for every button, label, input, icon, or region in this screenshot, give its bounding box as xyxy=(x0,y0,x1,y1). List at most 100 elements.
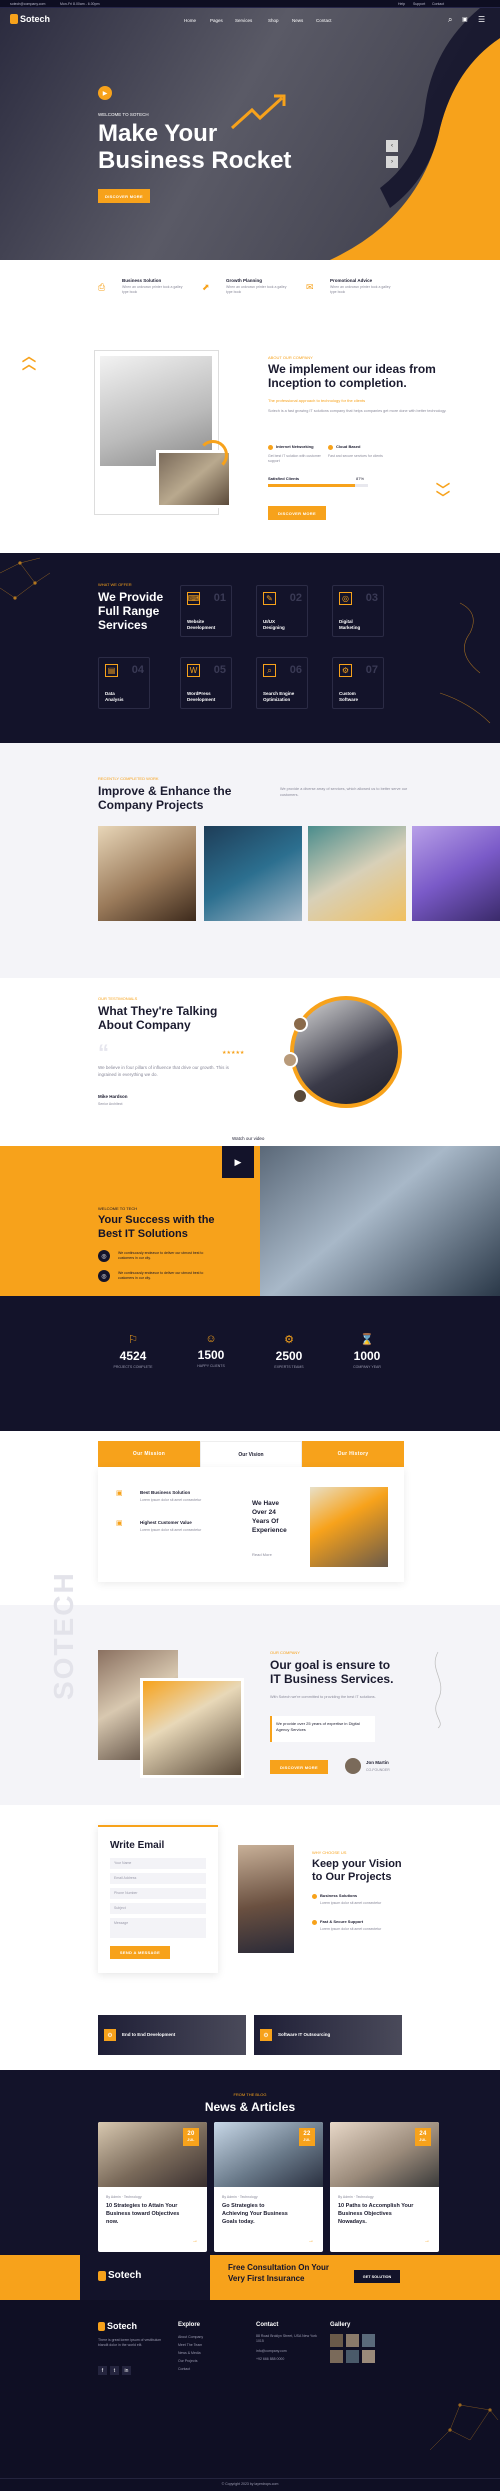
hero-prev-arrow[interactable]: ‹ xyxy=(386,140,398,152)
nav-brand[interactable]: Sotech xyxy=(20,14,50,24)
project-image-4[interactable] xyxy=(412,826,500,921)
service-card-wordpress[interactable]: W 05 WordPress Development xyxy=(180,657,232,709)
tab-vision[interactable]: Our Vision xyxy=(200,1441,302,1467)
check-icon xyxy=(312,1894,317,1899)
footer-link[interactable]: Meet The Team xyxy=(178,2342,202,2348)
cart-icon[interactable]: ▣ xyxy=(462,16,468,23)
seo-icon: ⌕ xyxy=(263,664,276,677)
footer-phone[interactable]: +92 666 888 0000 xyxy=(256,2356,284,2362)
tab-history[interactable]: Our History xyxy=(302,1441,404,1467)
footer-contact-title: Contact xyxy=(256,2322,279,2328)
gallery-thumb[interactable] xyxy=(362,2334,375,2347)
cta-button[interactable]: GET SOLUTION xyxy=(354,2270,400,2283)
topbar-link-support[interactable]: Support xyxy=(413,1,425,7)
project-image-1[interactable] xyxy=(98,826,196,921)
service-card-marketing[interactable]: ◎ 03 Digital Marketing xyxy=(332,585,384,637)
testimonial-avatar-2[interactable] xyxy=(282,1052,298,1068)
topbar-email[interactable]: sotech@company.com xyxy=(10,1,45,7)
topbar-link-contact[interactable]: Contact xyxy=(432,1,444,7)
nav-logo-icon[interactable] xyxy=(10,14,18,24)
footer-brand[interactable]: Sotech xyxy=(107,2321,137,2331)
nav-item-pages[interactable]: Pages xyxy=(210,18,223,23)
success-item-icon: ◎ xyxy=(98,1250,110,1262)
menu-icon[interactable]: ☰ xyxy=(478,15,485,24)
success-tag: WELCOME TO TECH xyxy=(98,1206,138,1211)
news-card-1[interactable]: 20 JUL By Admin · Technology 10 Strategie… xyxy=(98,2122,207,2252)
vision-tag: WHY CHOOSE US xyxy=(312,1850,347,1855)
service-card-seo[interactable]: ⌕ 06 Search Engine Optimization xyxy=(256,657,308,709)
footer-link[interactable]: Our Projects xyxy=(178,2358,197,2364)
banner-end-to-end[interactable]: ⚙ End to End Development xyxy=(98,2015,246,2055)
nav-item-services[interactable]: Services xyxy=(235,18,252,23)
cta-brand[interactable]: Sotech xyxy=(108,2270,141,2281)
service-card-uiux[interactable]: ✎ 02 UI/UX Designing xyxy=(256,585,308,637)
counters-section xyxy=(0,1296,500,1431)
email-field[interactable]: Email Address xyxy=(110,1873,206,1884)
footer-email[interactable]: info@company.com xyxy=(256,2348,287,2354)
footer-link[interactable]: About Company xyxy=(178,2334,203,2340)
video-play-button[interactable]: ▶ xyxy=(222,1146,254,1178)
experience-line3: Years Of xyxy=(252,1518,279,1525)
about-list-item-2: Cloud Based xyxy=(336,444,361,449)
nav-item-contact[interactable]: Contact xyxy=(316,18,332,23)
news-arrow-icon[interactable]: → xyxy=(424,2238,430,2244)
counter-4: ⌛ 1000 COMPANY YEAR xyxy=(332,1333,402,1383)
news-card-2[interactable]: 22 JUL By Admin · Technology Go Strategie… xyxy=(214,2122,323,2252)
facebook-icon[interactable]: f xyxy=(98,2366,107,2375)
hero-play-icon[interactable]: ▶ xyxy=(98,86,112,100)
goal-discover-button[interactable]: DISCOVER MORE xyxy=(270,1760,328,1774)
phone-field[interactable]: Phone Number xyxy=(110,1888,206,1899)
gallery-thumb[interactable] xyxy=(362,2350,375,2363)
gallery-thumb[interactable] xyxy=(330,2334,343,2347)
project-image-3[interactable] xyxy=(308,826,406,921)
goal-watermark: SOTECH xyxy=(48,1571,79,1700)
gallery-thumb[interactable] xyxy=(346,2334,359,2347)
banner-outsourcing[interactable]: ⚙ Software IT Outsourcing xyxy=(254,2015,402,2055)
search-icon[interactable]: ⌕ xyxy=(448,15,452,25)
service-card-website[interactable]: ⌨ 01 Website Development xyxy=(180,585,232,637)
subject-field[interactable]: Subject xyxy=(110,1903,206,1914)
tab-image xyxy=(310,1487,388,1567)
testimonial-title-line2: About Company xyxy=(98,1018,191,1032)
topbar-link-help[interactable]: Help xyxy=(398,1,405,7)
service-card-data[interactable]: ▤ 04 Data Analysis xyxy=(98,657,150,709)
testimonial-avatar-1[interactable] xyxy=(292,1016,308,1032)
nav-item-news[interactable]: News xyxy=(292,18,303,23)
banner-title: Software IT Outsourcing xyxy=(278,2032,331,2037)
nav-item-home[interactable]: Home xyxy=(184,18,196,23)
news-arrow-icon[interactable]: → xyxy=(308,2238,314,2244)
about-subtitle: The professional approach to technology … xyxy=(268,398,366,403)
projects-tag: RECENTLY COMPLETED WORK xyxy=(98,776,159,781)
nav-item-shop[interactable]: Shop xyxy=(268,18,279,23)
tab-check-2: Highest Customer Value xyxy=(140,1520,192,1525)
testimonial-avatar-3[interactable] xyxy=(292,1088,308,1104)
linkedin-icon[interactable]: in xyxy=(122,2366,131,2375)
footer-link[interactable]: Contact xyxy=(178,2366,190,2372)
software-icon: ⚙ xyxy=(339,664,352,677)
tab-mission[interactable]: Our Mission xyxy=(98,1441,200,1467)
cta-logo-icon[interactable] xyxy=(98,2271,106,2281)
news-card-title: 10 Strategies to Attain Your Business tow… xyxy=(106,2203,180,2225)
gallery-thumb[interactable] xyxy=(346,2350,359,2363)
news-tag: FROM THE BLOG xyxy=(233,2092,267,2097)
twitter-icon[interactable]: t xyxy=(110,2366,119,2375)
counter-value: 1500 xyxy=(197,1348,225,1362)
read-more-link[interactable]: Read More xyxy=(252,1552,272,1557)
footer-link[interactable]: News & Media xyxy=(178,2350,201,2356)
news-card-3[interactable]: 24 JUL By Admin · Technology 10 Paths to … xyxy=(330,2122,439,2252)
message-field[interactable]: Message xyxy=(110,1918,206,1938)
gallery-thumb[interactable] xyxy=(330,2350,343,2363)
service-card-software[interactable]: ⚙ 07 Custom Software xyxy=(332,657,384,709)
news-arrow-icon[interactable]: → xyxy=(192,2238,198,2244)
project-image-2[interactable] xyxy=(204,826,302,921)
hero-discover-button[interactable]: DISCOVER MORE xyxy=(98,189,150,203)
counter-value: 2500 xyxy=(275,1349,303,1363)
vision-item-1: Business Solutions xyxy=(320,1893,358,1898)
business-icon: ⎙ xyxy=(98,282,106,292)
hero-next-arrow[interactable]: › xyxy=(386,156,398,168)
name-field[interactable]: Your Name xyxy=(110,1858,206,1869)
about-discover-button[interactable]: DISCOVER MORE xyxy=(268,506,326,520)
footer-logo-icon[interactable] xyxy=(98,2322,105,2331)
send-message-button[interactable]: SEND A MESSAGE xyxy=(110,1946,170,1959)
about-list-text-1: Get best IT solution with customer suppo… xyxy=(268,454,321,463)
